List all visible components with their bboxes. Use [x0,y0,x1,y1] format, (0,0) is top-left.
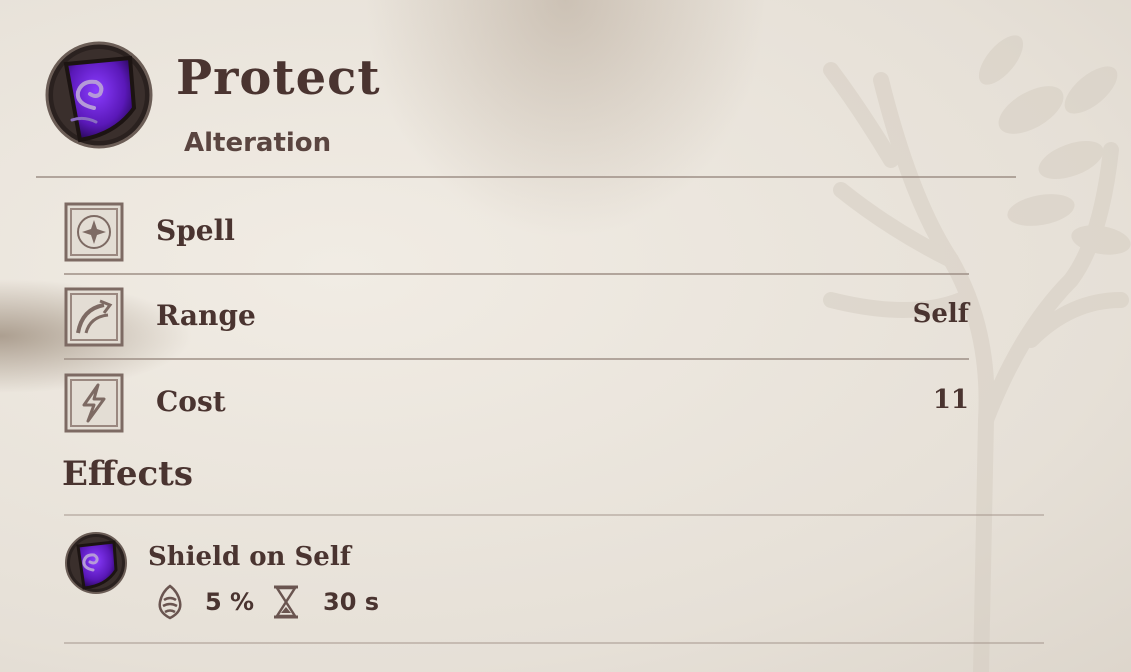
property-label-cost: Cost [156,385,226,418]
header-divider [36,176,1016,178]
effect-name: Shield on Self [148,542,351,572]
hourglass-icon [274,585,298,619]
shield-swirl-icon [65,532,127,594]
spell-school: Alteration [184,128,332,158]
effect-magnitude: 5 % [205,588,255,616]
range-arrow-icon [64,287,124,347]
bottom-divider [64,642,1044,644]
property-label-range: Range [156,299,256,332]
tree-decoration-icon [823,35,1131,672]
effects-divider [64,514,1044,516]
shield-swirl-icon [45,41,153,149]
spell-star-icon [64,202,124,262]
spell-title: Protect [176,50,381,106]
property-value-cost: 11 [932,385,969,415]
property-value-range: Self [912,299,969,329]
magnitude-icon [158,584,182,620]
effect-duration: 30 s [323,588,380,616]
effects-heading: Effects [62,454,194,494]
row-divider [64,273,969,275]
property-label-spell: Spell [156,214,235,247]
row-divider [64,358,969,360]
lightning-cost-icon [64,373,124,433]
